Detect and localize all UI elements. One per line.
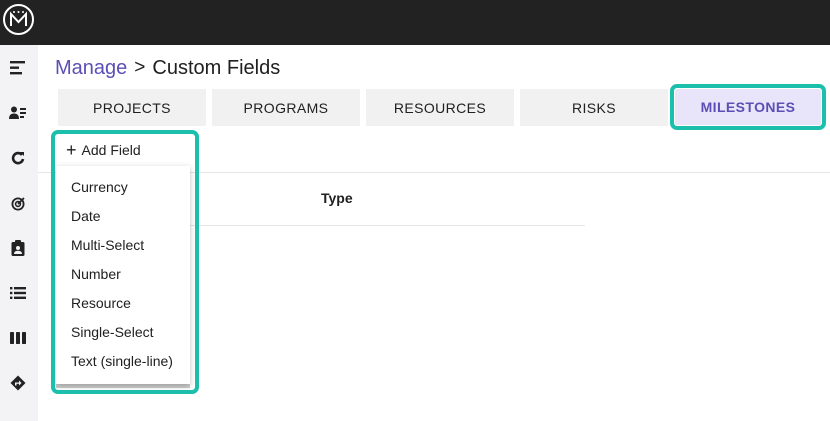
tab-projects[interactable]: PROJECTS [58,89,206,126]
custom-field-tabs: PROJECTS PROGRAMS RESOURCES RISKS MILEST… [58,84,828,130]
breadcrumb: Manage > Custom Fields [55,56,280,80]
board-columns-icon[interactable] [8,328,28,348]
menu-collapse-icon[interactable] [8,58,28,78]
page-title: Custom Fields [152,56,281,79]
list-icon[interactable] [8,283,28,303]
sidebar [0,45,38,421]
breadcrumb-separator: > [134,57,146,78]
tab-milestones[interactable]: MILESTONES [670,84,826,130]
app-logo-icon[interactable] [3,4,34,35]
table-header-divider [190,225,585,226]
tab-programs[interactable]: PROGRAMS [212,89,360,126]
tab-risks[interactable]: RISKS [520,89,668,126]
refresh-icon[interactable] [8,148,28,168]
column-header-type[interactable]: Type [321,190,353,206]
user-list-icon[interactable] [8,103,28,123]
clipboard-user-icon[interactable] [8,238,28,258]
add-field-highlight [51,130,199,394]
direction-sign-icon[interactable] [8,373,28,393]
tab-resources[interactable]: RESOURCES [366,89,514,126]
top-bar [0,0,830,45]
breadcrumb-manage-link[interactable]: Manage [55,57,127,80]
target-icon[interactable] [8,193,28,213]
